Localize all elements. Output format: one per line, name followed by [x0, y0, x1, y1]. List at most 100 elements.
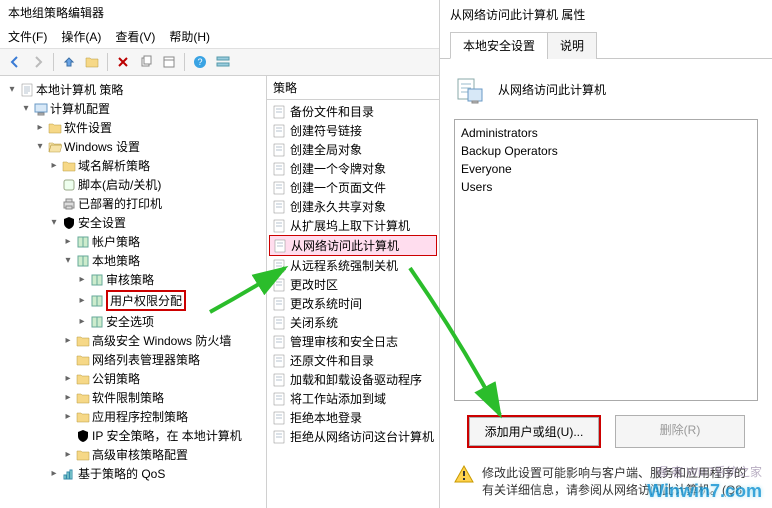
- policy-row[interactable]: 加载和卸载设备驱动程序: [269, 370, 437, 389]
- tree-label: 安全选项: [106, 313, 154, 330]
- principal-item[interactable]: Administrators: [461, 124, 751, 142]
- policy-row-label: 从远程系统强制关机: [290, 257, 398, 274]
- expand-icon[interactable]: ▾: [34, 141, 46, 153]
- principal-item[interactable]: Users: [461, 178, 751, 196]
- policy-row-label: 创建符号链接: [290, 122, 362, 139]
- menu-help[interactable]: 帮助(H): [169, 28, 210, 45]
- copy-icon[interactable]: [136, 52, 156, 72]
- properties-icon[interactable]: [159, 52, 179, 72]
- policy-row[interactable]: 拒绝从网络访问这台计算机: [269, 427, 437, 446]
- policy-list-pane[interactable]: 策略 备份文件和目录创建符号链接创建全局对象创建一个令牌对象创建一个页面文件创建…: [267, 76, 439, 508]
- tab-local-security[interactable]: 本地安全设置: [450, 32, 548, 59]
- tree-account-policies[interactable]: ▸帐户策略: [60, 232, 264, 251]
- chart-icon: [62, 467, 76, 481]
- policy-item-icon: [272, 411, 286, 425]
- tree-label: 公钥策略: [92, 370, 140, 387]
- policy-row[interactable]: 更改系统时间: [269, 294, 437, 313]
- policy-row[interactable]: 创建全局对象: [269, 140, 437, 159]
- folder-icon: [62, 159, 76, 173]
- policy-row[interactable]: 创建一个令牌对象: [269, 159, 437, 178]
- policy-row[interactable]: 创建永久共享对象: [269, 197, 437, 216]
- expand-icon[interactable]: ▸: [34, 122, 46, 134]
- policy-row[interactable]: 还原文件和目录: [269, 351, 437, 370]
- tree-app-control[interactable]: ▸应用程序控制策略: [60, 407, 264, 426]
- properties-dialog: 从网络访问此计算机 属性 本地安全设置 说明 从网络访问此计算机 Adminis…: [440, 0, 772, 508]
- folder-icon: [76, 448, 90, 462]
- policy-item-icon: [272, 162, 286, 176]
- policy-row-label: 拒绝本地登录: [290, 409, 362, 426]
- policy-row[interactable]: 拒绝本地登录: [269, 408, 437, 427]
- forward-icon[interactable]: [28, 52, 48, 72]
- tree-label: 软件限制策略: [92, 389, 164, 406]
- menu-file[interactable]: 文件(F): [8, 28, 47, 45]
- tree-pane[interactable]: ▾ 本地计算机 策略 ▾ 计算机配置: [0, 76, 267, 508]
- policy-row[interactable]: 将工作站添加到域: [269, 389, 437, 408]
- tree-scripts[interactable]: 脚本(启动/关机): [46, 175, 264, 194]
- up-icon[interactable]: [59, 52, 79, 72]
- policy-row[interactable]: 关闭系统: [269, 313, 437, 332]
- policy-row[interactable]: 创建符号链接: [269, 121, 437, 140]
- menu-view[interactable]: 查看(V): [115, 28, 155, 45]
- policy-row-label: 备份文件和目录: [290, 103, 374, 120]
- tree-audit-policy[interactable]: ▸审核策略: [74, 270, 264, 289]
- show-hide-tree-icon[interactable]: [82, 52, 102, 72]
- tree-qos[interactable]: ▸基于策略的 QoS: [46, 464, 264, 483]
- tree-label-highlight: 用户权限分配: [106, 290, 186, 311]
- tree-software-settings[interactable]: ▸ 软件设置: [32, 118, 264, 137]
- tree-advanced-audit[interactable]: ▸高级审核策略配置: [60, 445, 264, 464]
- tree-computer-config[interactable]: ▾ 计算机配置: [18, 99, 264, 118]
- tree-name-resolution[interactable]: ▸域名解析策略: [46, 156, 264, 175]
- policy-item-icon: [272, 354, 286, 368]
- tree-root[interactable]: ▾ 本地计算机 策略: [4, 80, 264, 99]
- tree-public-key[interactable]: ▸公钥策略: [60, 369, 264, 388]
- policy-row[interactable]: 从远程系统强制关机: [269, 256, 437, 275]
- folder-icon: [76, 372, 90, 386]
- scroll-icon: [62, 178, 76, 192]
- principals-listbox[interactable]: AdministratorsBackup OperatorsEveryoneUs…: [454, 119, 758, 401]
- add-user-or-group-button[interactable]: 添加用户或组(U)...: [469, 417, 599, 446]
- expand-icon[interactable]: ▾: [62, 255, 74, 267]
- tree-label: 本地策略: [92, 252, 140, 269]
- tab-explain[interactable]: 说明: [547, 32, 597, 59]
- tree-software-restriction[interactable]: ▸软件限制策略: [60, 388, 264, 407]
- policy-row-label: 管理审核和安全日志: [290, 333, 398, 350]
- remove-button[interactable]: 删除(R): [615, 415, 745, 448]
- policy-row[interactable]: 从网络访问此计算机: [269, 235, 437, 256]
- delete-icon[interactable]: [113, 52, 133, 72]
- tree-deployed-printers[interactable]: 已部署的打印机: [46, 194, 264, 213]
- tree-label: Windows 设置: [64, 138, 140, 155]
- details-icon[interactable]: [213, 52, 233, 72]
- tree-ipsec[interactable]: IP 安全策略，在 本地计算机: [60, 426, 264, 445]
- add-button-highlight: 添加用户或组(U)...: [467, 415, 601, 448]
- expand-icon[interactable]: ▾: [6, 84, 18, 96]
- tree-label: 应用程序控制策略: [92, 408, 188, 425]
- note-line-2: 有关详细信息，请参阅从网络访问此计算机。(Q8: [482, 481, 746, 498]
- policy-row[interactable]: 从扩展坞上取下计算机: [269, 216, 437, 235]
- warning-icon: [454, 464, 474, 484]
- policy-item-icon: [272, 297, 286, 311]
- tree-security-settings[interactable]: ▾安全设置: [46, 213, 264, 232]
- principal-item[interactable]: Backup Operators: [461, 142, 751, 160]
- back-icon[interactable]: [5, 52, 25, 72]
- help-icon[interactable]: ?: [190, 52, 210, 72]
- menu-action[interactable]: 操作(A): [61, 28, 101, 45]
- tree-label: 已部署的打印机: [78, 195, 162, 212]
- tree-user-rights[interactable]: ▸用户权限分配: [74, 289, 264, 312]
- tree-security-options[interactable]: ▸安全选项: [74, 312, 264, 331]
- policy-row[interactable]: 备份文件和目录: [269, 102, 437, 121]
- policy-item-icon: [272, 105, 286, 119]
- policy-list-header[interactable]: 策略: [267, 76, 439, 100]
- expand-icon[interactable]: ▾: [48, 217, 60, 229]
- principal-item[interactable]: Everyone: [461, 160, 751, 178]
- tree-nlm-policies[interactable]: 网络列表管理器策略: [60, 350, 264, 369]
- tree-windows-firewall[interactable]: ▸高级安全 Windows 防火墙: [60, 331, 264, 350]
- tree-local-policies[interactable]: ▾ 本地策略: [60, 251, 264, 270]
- tree-label: IP 安全策略，在 本地计算机: [92, 427, 242, 444]
- policy-item-icon: [272, 143, 286, 157]
- policy-row[interactable]: 更改时区: [269, 275, 437, 294]
- expand-icon[interactable]: ▾: [20, 103, 32, 115]
- policy-row[interactable]: 创建一个页面文件: [269, 178, 437, 197]
- policy-row[interactable]: 管理审核和安全日志: [269, 332, 437, 351]
- tree-label: 网络列表管理器策略: [92, 351, 200, 368]
- tree-windows-settings[interactable]: ▾ Windows 设置: [32, 137, 264, 156]
